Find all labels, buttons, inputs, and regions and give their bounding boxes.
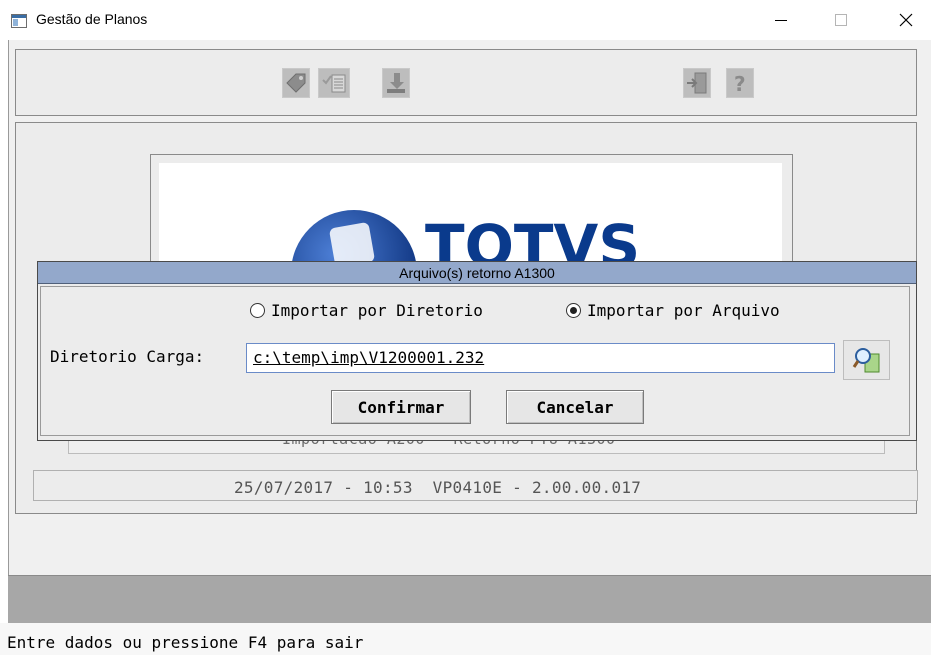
totvs-logo: TOTVS <box>291 210 640 336</box>
radio-unselected-icon[interactable] <box>250 303 265 318</box>
tag-icon <box>286 73 306 93</box>
radio-import-file[interactable]: Importar por Arquivo <box>566 301 780 320</box>
toolbar <box>15 49 917 116</box>
svg-text:?: ? <box>734 72 746 95</box>
logo-text: TOTVS <box>425 212 640 266</box>
magnifier-folder-icon <box>852 348 879 373</box>
window-title: Gestão de Planos <box>36 11 148 27</box>
radio-label: Importar por Arquivo <box>587 301 780 320</box>
confirm-button[interactable]: Confirmar <box>331 390 471 424</box>
browse-button[interactable] <box>843 340 890 380</box>
dialog-title: Arquivo(s) retorno A1300 <box>38 262 916 284</box>
directory-label: Diretorio Carga: <box>50 347 205 366</box>
exit-button[interactable] <box>683 68 711 98</box>
close-icon <box>899 13 913 27</box>
download-button[interactable] <box>382 68 410 98</box>
minimize-button[interactable] <box>758 0 804 40</box>
status-text: 25/07/2017 - 10:53 VP0410E - 2.00.00.017 <box>234 478 642 497</box>
download-icon <box>387 73 405 93</box>
radio-import-directory[interactable]: Importar por Diretorio <box>250 301 483 320</box>
tag-button[interactable] <box>282 68 310 98</box>
maximize-icon <box>835 14 847 26</box>
footer-message: Entre dados ou pressione F4 para sair <box>7 633 364 652</box>
cancel-button[interactable]: Cancelar <box>506 390 644 424</box>
exit-door-icon <box>687 72 707 94</box>
bottom-band <box>8 575 931 623</box>
help-button[interactable]: ? <box>726 68 754 98</box>
close-button[interactable] <box>883 0 929 40</box>
help-icon: ? <box>734 72 746 95</box>
maximize-button[interactable] <box>818 0 864 40</box>
radio-selected-icon[interactable] <box>566 303 581 318</box>
radio-label: Importar por Diretorio <box>271 301 483 320</box>
checklist-button[interactable] <box>318 68 350 98</box>
logo-area: TOTVS <box>159 163 782 336</box>
minimize-icon <box>775 20 787 21</box>
app-window-icon <box>11 13 27 28</box>
directory-input[interactable]: c:\temp\imp\V1200001.232 <box>246 343 835 373</box>
checklist-icon <box>322 74 346 93</box>
